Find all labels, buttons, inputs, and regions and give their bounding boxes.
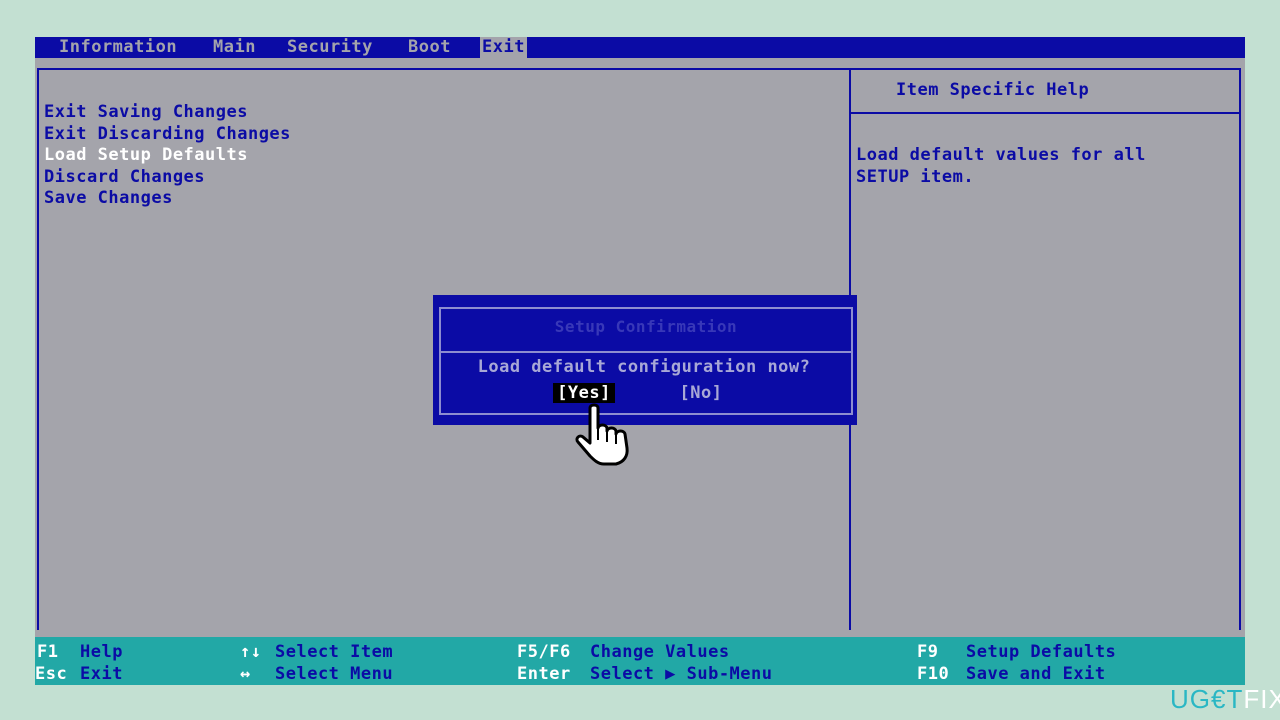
footer-key-f9: F9 [917,642,939,662]
tab-exit[interactable]: Exit [480,37,527,58]
menu-item-load-setup-defaults[interactable]: Load Setup Defaults [44,144,248,166]
menu-item-discard-changes[interactable]: Discard Changes [44,166,205,188]
menu-item-exit-saving-changes[interactable]: Exit Saving Changes [44,101,248,123]
footer-key-esc: Esc [35,664,68,684]
dialog-title: Setup Confirmation [554,317,738,336]
help-divider [851,112,1239,114]
footer-desc-help: Help [80,642,123,662]
menu-item-save-changes[interactable]: Save Changes [44,187,173,209]
help-panel-title: Item Specific Help [860,80,1240,102]
footer-desc-select-menu: Select Menu [275,664,394,684]
footer-key-leftright: ↔ [240,664,251,684]
footer-desc-change-values: Change Values [590,642,730,662]
help-line-2: SETUP item. [856,167,975,187]
menu-item-exit-discarding-changes[interactable]: Exit Discarding Changes [44,123,291,145]
tab-security[interactable]: Security [287,37,373,58]
footer-key-updown: ↑↓ [240,642,262,662]
hand-pointer-icon [575,403,629,466]
footer-key-f5f6: F5/F6 [517,642,571,662]
footer-desc-save-and-exit: Save and Exit [966,664,1106,684]
watermark-prefix: UG [1170,684,1211,714]
dialog-divider [441,351,851,353]
footer-key-f10: F10 [917,664,950,684]
menu-bar: Information Main Security Boot Exit [35,37,1245,58]
footer-desc-select-item: Select Item [275,642,394,662]
help-line-1: Load default values for all [856,145,1146,165]
tab-information[interactable]: Information [59,37,177,58]
tab-boot[interactable]: Boot [408,37,451,58]
footer-desc-select-submenu: Select ▶ Sub-Menu [590,664,773,684]
watermark-suffix: FIX [1243,684,1280,714]
help-title-text: Item Specific Help [896,80,1090,100]
footer-key-f1: F1 [37,642,59,662]
yes-button[interactable]: [Yes] [553,383,615,403]
help-description: Load default values for all SETUP item. [856,144,1236,188]
tab-main[interactable]: Main [213,37,256,58]
footer-desc-exit: Exit [80,664,123,684]
footer-desc-setup-defaults: Setup Defaults [966,642,1117,662]
no-button[interactable]: [No] [676,383,726,403]
watermark-mid: €T [1211,684,1244,714]
key-help-footer: F1 Help ↑↓ Select Item F5/F6 Change Valu… [35,637,1245,685]
ugetfix-watermark: UG€TFIX [1170,684,1280,715]
dialog-question: Load default configuration now? [477,357,811,377]
setup-confirmation-dialog: Setup Confirmation Load default configur… [433,295,857,425]
footer-key-enter: Enter [517,664,571,684]
